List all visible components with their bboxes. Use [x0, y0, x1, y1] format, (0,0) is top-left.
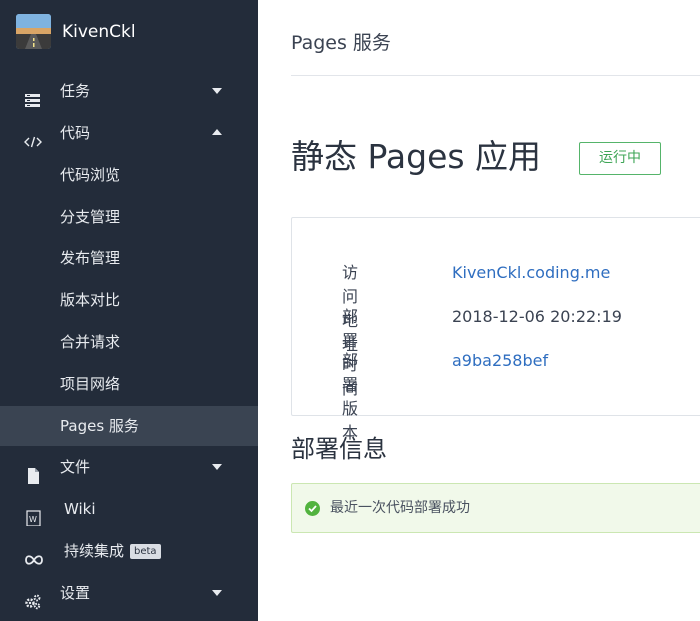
version-label: 部署版本 — [342, 351, 359, 442]
subnav-label: 代码浏览 — [60, 166, 121, 184]
subnav-label: 发布管理 — [60, 249, 121, 267]
chevron-down-icon — [212, 464, 222, 470]
subnav-label: 版本对比 — [60, 291, 121, 309]
nav-tasks[interactable]: 任务 — [0, 71, 258, 111]
subnav-pages[interactable]: Pages 服务 — [0, 406, 258, 446]
nav-wiki[interactable]: W Wiki — [0, 489, 258, 529]
chevron-up-icon — [212, 129, 222, 135]
subnav-network[interactable]: 项目网络 — [0, 364, 258, 404]
subnav-branches[interactable]: 分支管理 — [0, 197, 258, 237]
nav-wiki-label: Wiki — [64, 500, 96, 518]
page-title: 静态 Pages 应用 — [291, 137, 542, 176]
nav-code[interactable]: 代码 — [0, 113, 258, 153]
version-link[interactable]: a9ba258bef — [452, 349, 548, 373]
brand[interactable]: KivenCkl — [0, 0, 258, 64]
success-alert: 最近一次代码部署成功 — [291, 483, 700, 533]
url-link[interactable]: KivenCkl.coding.me — [452, 261, 610, 285]
nav-files[interactable]: 文件 — [0, 447, 258, 487]
nav-ci[interactable]: 持续集成 beta — [0, 531, 258, 571]
nav-settings[interactable]: 设置 — [0, 573, 258, 613]
infinity-icon — [24, 543, 43, 565]
avatar — [16, 14, 51, 49]
nav-tasks-label: 任务 — [60, 82, 91, 100]
section-title: 部署信息 — [291, 435, 387, 463]
nav-settings-label: 设置 — [60, 584, 91, 602]
subnav-label: 分支管理 — [60, 208, 121, 226]
nav-files-label: 文件 — [60, 458, 91, 476]
subnav-label: 合并请求 — [60, 333, 121, 351]
subnav-releases[interactable]: 发布管理 — [0, 238, 258, 278]
chevron-down-icon — [212, 590, 222, 596]
alert-message: 最近一次代码部署成功 — [330, 500, 470, 516]
page-header: Pages 服务 — [291, 32, 391, 54]
brand-name: KivenCkl — [62, 22, 136, 42]
time-value: 2018-12-06 20:22:19 — [452, 307, 622, 326]
subnav-merge-requests[interactable]: 合并请求 — [0, 322, 258, 362]
tasks-icon — [24, 83, 42, 107]
code-icon — [24, 125, 42, 148]
main-content: Pages 服务 静态 Pages 应用 运行中 访问地址 KivenCkl.c… — [258, 0, 700, 621]
subnav-label: Pages 服务 — [60, 417, 139, 435]
beta-badge: beta — [130, 544, 161, 559]
chevron-down-icon — [212, 88, 222, 94]
nav-ci-label: 持续集成 — [64, 542, 125, 560]
subnav-code-browse[interactable]: 代码浏览 — [0, 155, 258, 195]
subnav-label: 项目网络 — [60, 375, 121, 393]
header-divider — [291, 75, 700, 76]
info-card: 访问地址 KivenCkl.coding.me 部署时间 2018-12-06 … — [291, 217, 700, 442]
check-circle-icon — [305, 501, 320, 516]
status-badge: 运行中 — [579, 142, 661, 175]
subnav-compare[interactable]: 版本对比 — [0, 280, 258, 320]
svg-text:W: W — [29, 515, 37, 524]
sidebar: KivenCkl 任务 代码 代码浏览 分支管理 发布管理 版本对比 合并请求 … — [0, 0, 258, 621]
gears-icon — [24, 585, 42, 610]
nav-code-label: 代码 — [60, 124, 91, 142]
file-icon — [24, 459, 42, 484]
wiki-icon: W — [24, 501, 42, 527]
